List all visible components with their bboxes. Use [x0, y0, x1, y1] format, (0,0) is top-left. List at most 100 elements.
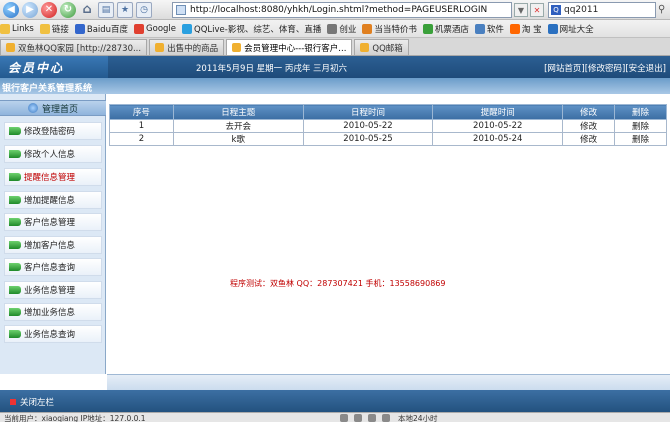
- sidebar-item-customer-manage[interactable]: 客户信息管理: [4, 213, 102, 231]
- back-icon[interactable]: ◀: [3, 1, 19, 18]
- software-icon: [474, 23, 485, 34]
- browser-tab[interactable]: 出售中的商品: [149, 39, 225, 55]
- link-item[interactable]: 淘 宝: [509, 23, 542, 35]
- site-home-link[interactable]: [网站首页]: [544, 64, 585, 74]
- browser-tabs: 双鱼林QQ家园 [http://28730... 出售中的商品 会员管理中心--…: [0, 38, 670, 56]
- zoom-icon: [368, 414, 376, 422]
- address-url: http://localhost:8080/yhkh/Login.shtml?m…: [190, 5, 488, 15]
- security-icon: [340, 414, 348, 422]
- status-icons: [340, 414, 396, 422]
- sidebar: 管理首页 修改登陆密码 修改个人信息 提醒信息管理 增加提醒信息 客户信息管理 …: [0, 94, 106, 374]
- link-label: Baidu百度: [86, 24, 129, 35]
- sidebar-home-label: 管理首页: [41, 104, 78, 115]
- delete-link[interactable]: 删除: [614, 132, 667, 146]
- home-icon[interactable]: ⌂: [79, 2, 95, 18]
- sidebar-item-label: 客户信息管理: [24, 218, 76, 228]
- sidebar-item-business-manage[interactable]: 业务信息管理: [4, 281, 102, 299]
- search-go-icon[interactable]: ⚲: [658, 4, 665, 15]
- link-item[interactable]: 软件: [474, 23, 504, 35]
- tab-label: 出售中的商品: [167, 43, 219, 54]
- link-item[interactable]: 链接: [39, 23, 69, 35]
- logo: 会员中心: [0, 56, 108, 78]
- page-icon[interactable]: ▤: [98, 1, 114, 18]
- sidebar-item-reminder-manage[interactable]: 提醒信息管理: [4, 168, 102, 186]
- sidebar-item-add-business[interactable]: 增加业务信息: [4, 303, 102, 321]
- link-item[interactable]: 机票酒店: [422, 23, 469, 35]
- sidebar-item-label: 客户信息查询: [24, 263, 76, 273]
- sidebar-item-add-customer[interactable]: 增加客户信息: [4, 236, 102, 254]
- directory-icon: [547, 23, 558, 34]
- link-label: Google: [146, 23, 177, 34]
- forward-icon[interactable]: ▶: [22, 1, 38, 18]
- system-title: 银行客户关系管理系统: [2, 84, 93, 94]
- change-password-link[interactable]: [修改密码]: [585, 64, 626, 74]
- link-label: 创业: [339, 24, 357, 35]
- sidebar-item-business-query[interactable]: 业务信息查询: [4, 325, 102, 343]
- browser-tab[interactable]: 双鱼林QQ家园 [http://28730...: [0, 39, 148, 55]
- cell-remind-time: 2010-05-22: [432, 119, 564, 133]
- edit-link[interactable]: 修改: [562, 119, 616, 133]
- sidebar-home[interactable]: 管理首页: [0, 100, 106, 116]
- sidebar-item-label: 增加提醒信息: [24, 196, 76, 206]
- dangdang-icon: [362, 23, 373, 34]
- link-label: 网址大全: [559, 24, 594, 35]
- sidebar-item-edit-profile[interactable]: 修改个人信息: [4, 145, 102, 163]
- search-value: qq2011: [564, 5, 599, 15]
- app-footer: 关闭左栏: [0, 390, 670, 412]
- bookmark-icon[interactable]: ★: [117, 1, 133, 18]
- link-item[interactable]: Baidu百度: [74, 23, 129, 35]
- sidebar-item-customer-query[interactable]: 客户信息查询: [4, 258, 102, 276]
- folder-icon: [39, 23, 50, 34]
- address-clear-icon[interactable]: ✕: [530, 3, 544, 17]
- address-dropdown-icon[interactable]: ▼: [514, 3, 528, 17]
- link-label: 链接: [51, 24, 69, 35]
- browser-tab[interactable]: QQ邮箱: [354, 39, 409, 55]
- sidebar-item-label: 修改个人信息: [24, 150, 76, 160]
- network-icon: [382, 414, 390, 422]
- link-item[interactable]: Google: [134, 23, 177, 34]
- sidebar-item-add-reminder[interactable]: 增加提醒信息: [4, 191, 102, 209]
- link-item[interactable]: Links: [0, 23, 34, 34]
- tab-favicon-icon: [360, 43, 370, 52]
- link-item[interactable]: 网址大全: [547, 23, 594, 35]
- tab-label: QQ邮箱: [372, 43, 403, 54]
- close-sidebar-label: 关闭左栏: [20, 398, 55, 408]
- cell-subject: 去开会: [172, 119, 304, 133]
- web-icon: [327, 23, 338, 34]
- tab-label: 双鱼林QQ家园 [http://28730...: [18, 43, 142, 54]
- horizontal-scrollbar[interactable]: [107, 374, 670, 390]
- link-item[interactable]: 当当特价书: [362, 23, 417, 35]
- close-sidebar-button[interactable]: 关闭左栏: [10, 396, 54, 408]
- home-globe-icon: [27, 103, 38, 113]
- popup-icon: [354, 414, 362, 422]
- link-item[interactable]: 创业: [327, 23, 356, 35]
- delete-link[interactable]: 删除: [614, 119, 667, 133]
- arrow-icon: [9, 241, 21, 249]
- tab-label: 会员管理中心---银行客户...: [244, 43, 347, 54]
- sidebar-item-label: 业务信息查询: [24, 330, 76, 340]
- history-icon[interactable]: ◷: [136, 1, 152, 18]
- close-icon: [10, 399, 16, 405]
- stop-icon[interactable]: ✕: [41, 1, 57, 18]
- taobao-icon: [509, 23, 520, 34]
- status-network: 本地24小时: [398, 414, 438, 422]
- link-item[interactable]: QQLive-影视、综艺、体育、直播: [182, 23, 321, 35]
- browser-search-input[interactable]: Q qq2011: [548, 2, 656, 18]
- refresh-icon[interactable]: ↻: [60, 1, 76, 18]
- link-label: 当当特价书: [374, 24, 417, 35]
- sidebar-item-label: 修改登陆密码: [24, 127, 76, 137]
- col-header-subject: 日程主题: [172, 104, 304, 120]
- table-row: 2 k歌 2010-05-25 2010-05-24 修改 删除: [109, 132, 667, 146]
- sidebar-item-label: 提醒信息管理: [24, 173, 76, 183]
- link-label: 淘 宝: [521, 24, 542, 35]
- credit-text: 程序测试：双鱼林 QQ：287307421 手机：13558690869: [230, 279, 446, 288]
- address-bar[interactable]: http://localhost:8080/yhkh/Login.shtml?m…: [172, 2, 512, 18]
- sidebar-item-change-password[interactable]: 修改登陆密码: [4, 122, 102, 140]
- browser-tab-active[interactable]: 会员管理中心---银行客户...: [226, 39, 353, 55]
- edit-link[interactable]: 修改: [562, 132, 616, 146]
- search-engine-icon: Q: [551, 5, 561, 15]
- arrow-icon: [9, 127, 21, 135]
- logout-link[interactable]: [安全退出]: [625, 64, 666, 74]
- google-icon: [134, 23, 145, 34]
- col-header-index: 序号: [109, 104, 174, 120]
